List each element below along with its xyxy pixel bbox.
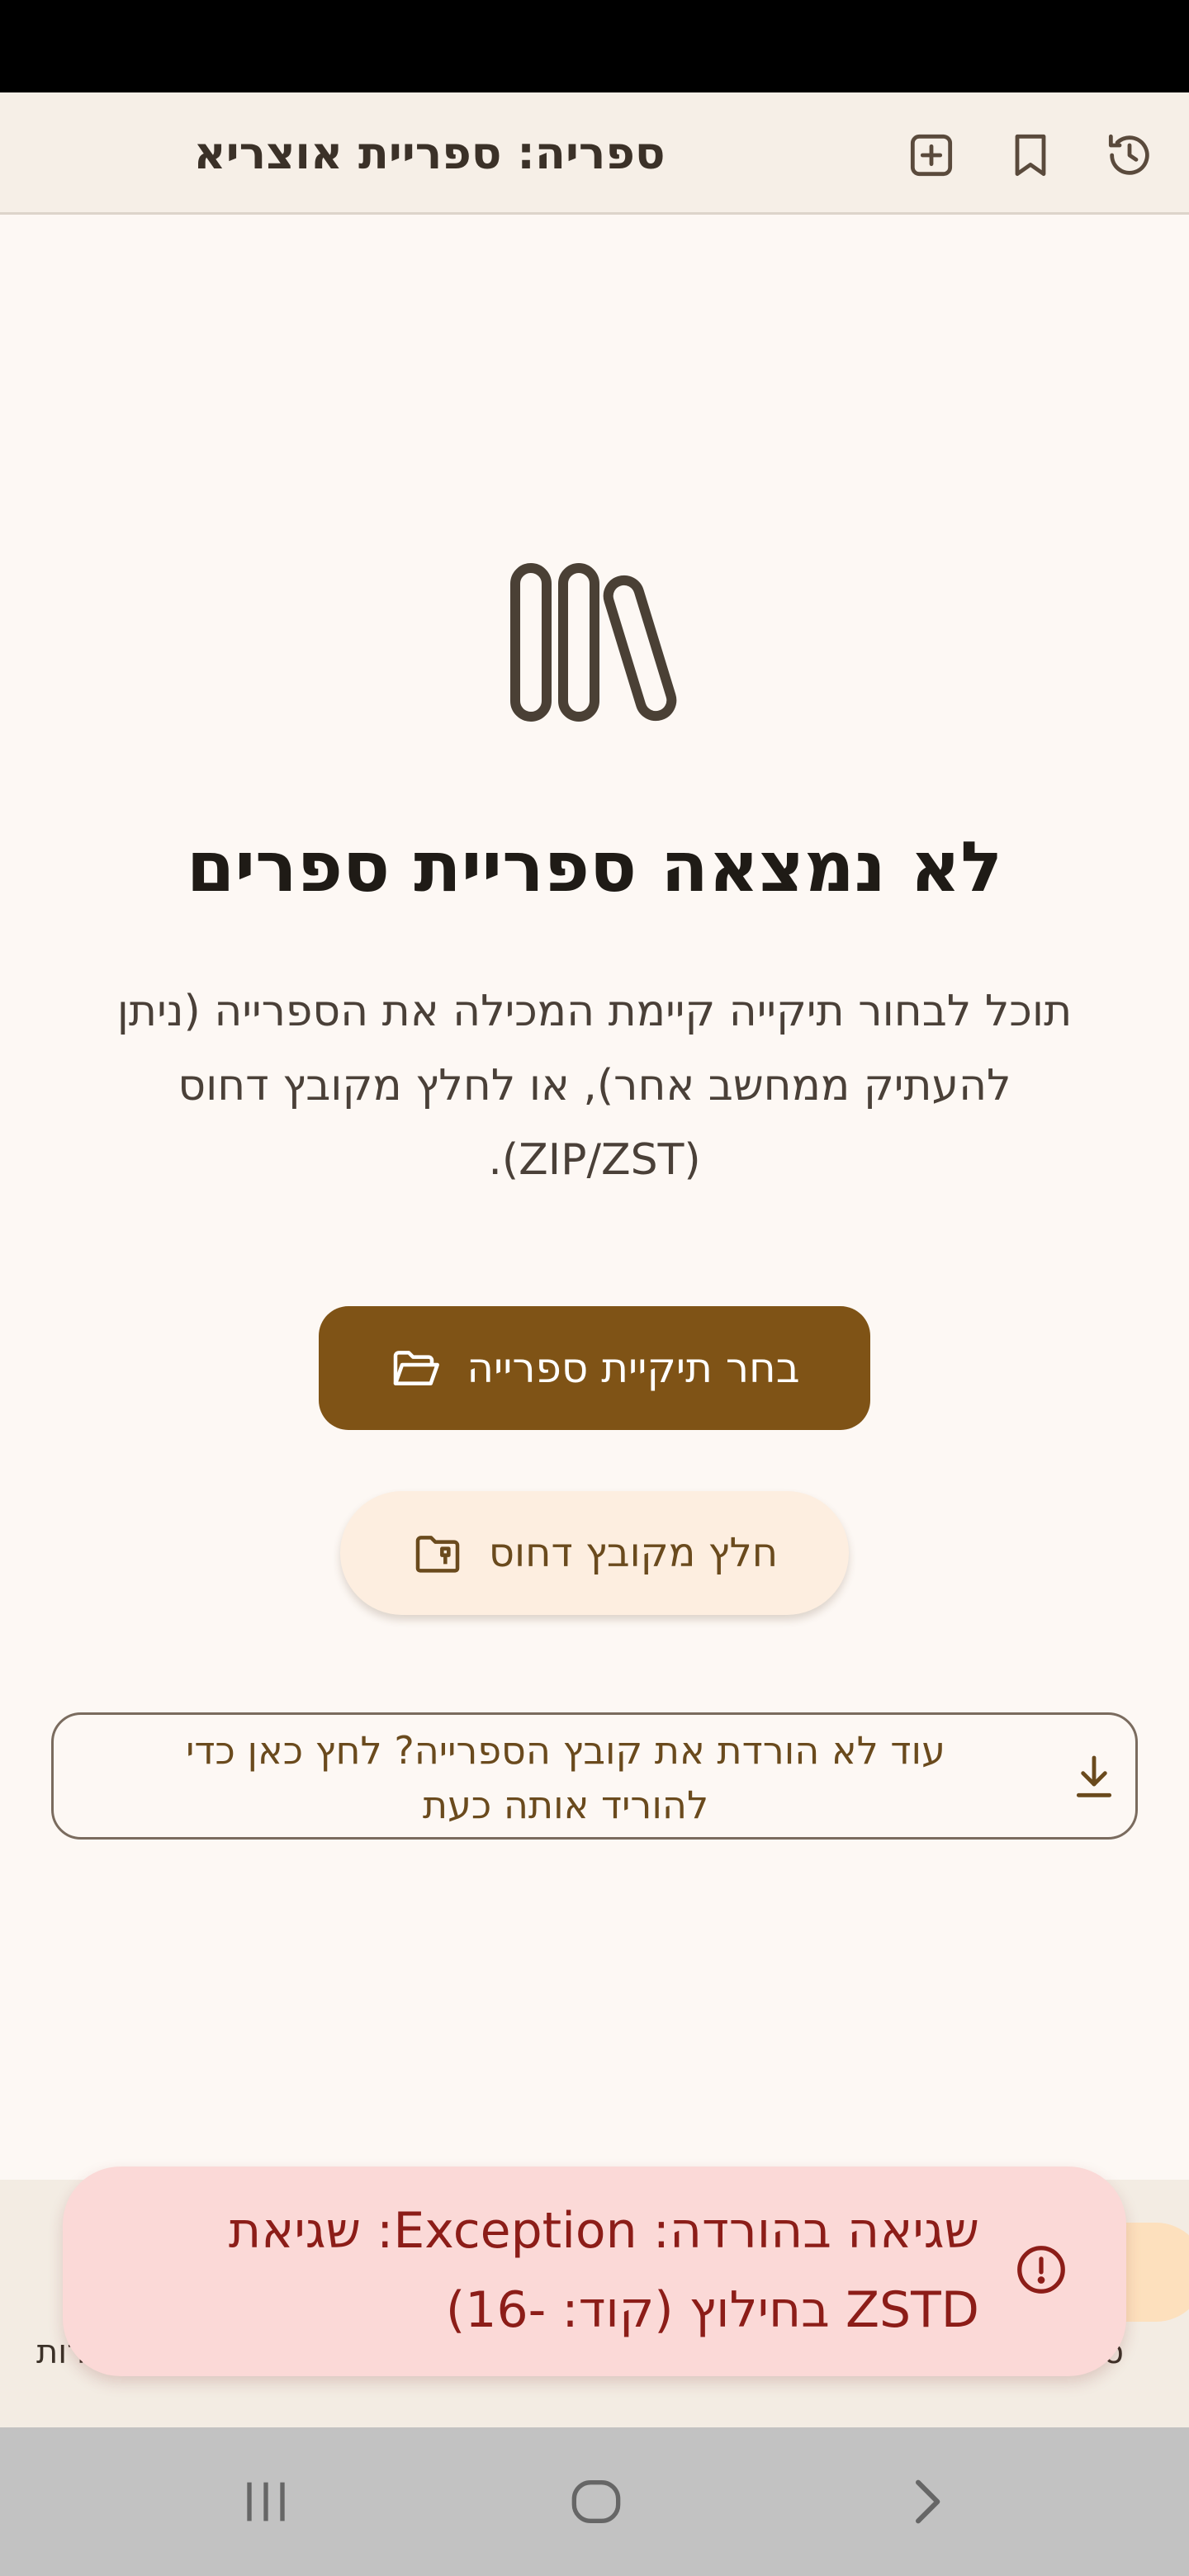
error-snackbar[interactable]: שגיאה בהורדה: Exception: שגיאת ZSTD בחיל…	[63, 2166, 1126, 2376]
recent-apps-icon[interactable]	[233, 2469, 299, 2535]
snackbar-message: שגיאה בהורדה: Exception: שגיאת ZSTD בחיל…	[228, 2202, 979, 2339]
empty-state-title: לא נמצאה ספריית ספרים	[186, 826, 1003, 907]
status-bar	[0, 0, 1189, 92]
add-box-icon[interactable]	[902, 125, 961, 185]
choose-folder-label: בחר תיקיית ספרייה	[467, 1344, 800, 1392]
back-icon[interactable]	[893, 2469, 959, 2535]
app-title: ספריה: ספריית אוצריא	[193, 127, 666, 179]
extract-archive-label: חלץ מקובץ דחוס	[488, 1530, 779, 1576]
app-bar: ספריה: ספריית אוצריא	[0, 92, 1189, 215]
empty-state: לא נמצאה ספריית ספרים תוכל לבחור תיקייה …	[0, 215, 1189, 2180]
download-library-button[interactable]: עוד לא הורדת את קובץ הספרייה? לחץ כאן כד…	[51, 1712, 1138, 1840]
download-icon	[1076, 1755, 1112, 1797]
library-books-icon	[510, 563, 677, 722]
history-icon[interactable]	[1100, 125, 1159, 185]
system-navigation-bar	[0, 2427, 1189, 2576]
extract-archive-button[interactable]: חלץ מקובץ דחוס	[340, 1491, 849, 1615]
bookmark-icon[interactable]	[1001, 125, 1060, 185]
folder-zip-icon	[415, 1536, 460, 1573]
download-library-label: עוד לא הורדת את קובץ הספרייה? לחץ כאן כד…	[186, 1728, 945, 1827]
choose-folder-button[interactable]: בחר תיקיית ספרייה	[319, 1306, 870, 1430]
home-icon[interactable]	[563, 2469, 629, 2535]
empty-state-description: תוכל לבחור תיקייה קיימת המכילה את הספריי…	[116, 987, 1073, 1185]
error-icon	[1017, 2246, 1065, 2294]
folder-open-icon	[394, 1351, 440, 1385]
